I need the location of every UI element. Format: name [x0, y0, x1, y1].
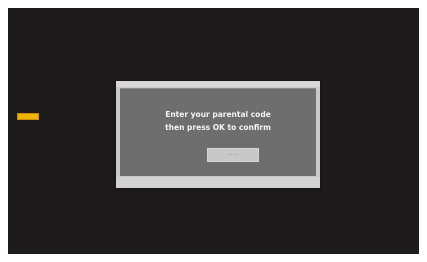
dialog-footer-bar: [116, 177, 320, 188]
dialog-content-panel: Enter your parental code then press OK t…: [120, 88, 316, 176]
tv-screen: Enter your parental code then press OK t…: [8, 8, 419, 254]
message-line-1: Enter your parental code: [165, 110, 271, 119]
parental-code-dialog: Enter your parental code then press OK t…: [116, 81, 320, 188]
yellow-key-hint-icon: [17, 113, 39, 120]
message-line-2: then press OK to confirm: [165, 123, 271, 132]
dialog-message: Enter your parental code then press OK t…: [120, 108, 316, 134]
dialog-title-bar: [116, 81, 320, 87]
parental-code-input[interactable]: ----: [207, 148, 259, 162]
